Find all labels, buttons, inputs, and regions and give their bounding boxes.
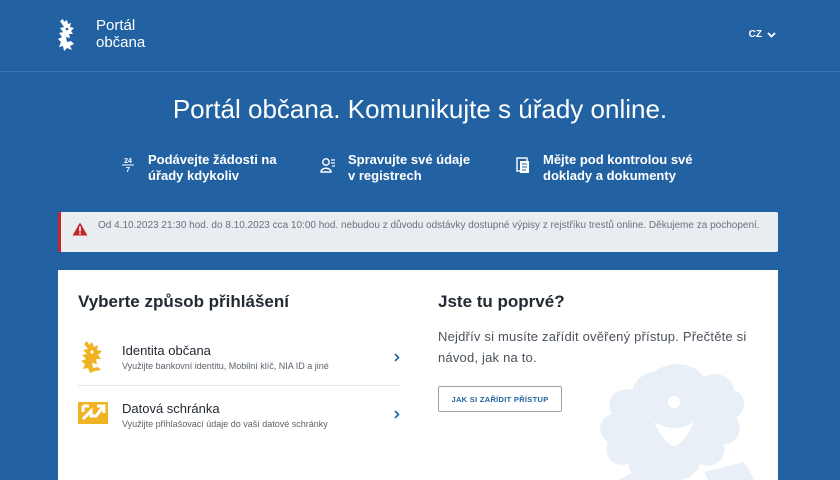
login-title: Vyberte způsob přihlášení bbox=[78, 292, 289, 311]
documents-icon bbox=[516, 157, 529, 173]
feature-list: 24 7 Podávejte žádosti na úřady kdykoliv… bbox=[120, 152, 720, 188]
hero-title: Portál občana. Komunikujte s úřady onlin… bbox=[172, 94, 668, 124]
lion-watermark-icon bbox=[600, 364, 755, 480]
method-title: Datová schránka bbox=[122, 401, 220, 416]
warning-icon bbox=[72, 222, 88, 236]
method-title: Identita občana bbox=[122, 343, 211, 358]
logo-line1: Portál bbox=[96, 17, 136, 34]
chevron-down-icon bbox=[767, 31, 776, 38]
chevron-right-icon bbox=[394, 410, 400, 419]
language-selector[interactable]: CZ bbox=[749, 29, 776, 40]
feature-text: Mějte pod kontrolou své doklady a dokume… bbox=[543, 152, 693, 183]
svg-text:7: 7 bbox=[126, 167, 130, 174]
calendar-24-7-icon: 24 7 bbox=[122, 158, 134, 174]
feature-text: Podávejte žádosti na úřady kdykoliv bbox=[148, 152, 277, 183]
feature-item: Spravujte své údaje v registrech bbox=[320, 152, 470, 184]
alert-banner: Od 4.10.2023 21:30 hod. do 8.10.2023 cca… bbox=[58, 212, 778, 252]
method-subtitle: Využijte bankovní identitu, Mobilní klíč… bbox=[122, 361, 329, 371]
lion-logo-icon[interactable] bbox=[56, 18, 78, 52]
logo-line2: občana bbox=[96, 34, 146, 51]
first-time-text: Nejdřív si musíte zařídit ověřený přístu… bbox=[438, 329, 747, 365]
user-list-icon bbox=[320, 158, 335, 173]
svg-text:24: 24 bbox=[124, 158, 132, 165]
header: Portál občana CZ bbox=[0, 0, 840, 72]
first-time-title: Jste tu poprvé? bbox=[438, 292, 565, 311]
feature-text: Spravujte své údaje v registrech bbox=[348, 152, 471, 183]
language-label: CZ bbox=[748, 29, 762, 40]
feature-item: 24 7 Podávejte žádosti na úřady kdykoliv bbox=[120, 152, 277, 184]
lion-icon bbox=[81, 341, 102, 373]
chevron-right-icon bbox=[394, 353, 400, 362]
feature-item: Mějte pod kontrolou své doklady a dokume… bbox=[515, 152, 693, 184]
setup-access-button[interactable]: JAK SI ZAŘÍDIT PŘÍSTUP bbox=[438, 386, 562, 412]
login-method-datova-schranka[interactable]: Datová schránka Využijte přihlašovací úd… bbox=[78, 387, 400, 443]
logo-text[interactable]: Portál občana bbox=[96, 17, 145, 51]
login-card: Vyberte způsob přihlášení Identita občan… bbox=[58, 270, 778, 480]
data-box-icon bbox=[78, 402, 108, 424]
alert-text: Od 4.10.2023 21:30 hod. do 8.10.2023 cca… bbox=[98, 220, 760, 231]
login-method-identita[interactable]: Identita občana Využijte bankovní identi… bbox=[78, 330, 400, 386]
method-subtitle: Využijte přihlašovací údaje do vaší dato… bbox=[122, 419, 328, 429]
